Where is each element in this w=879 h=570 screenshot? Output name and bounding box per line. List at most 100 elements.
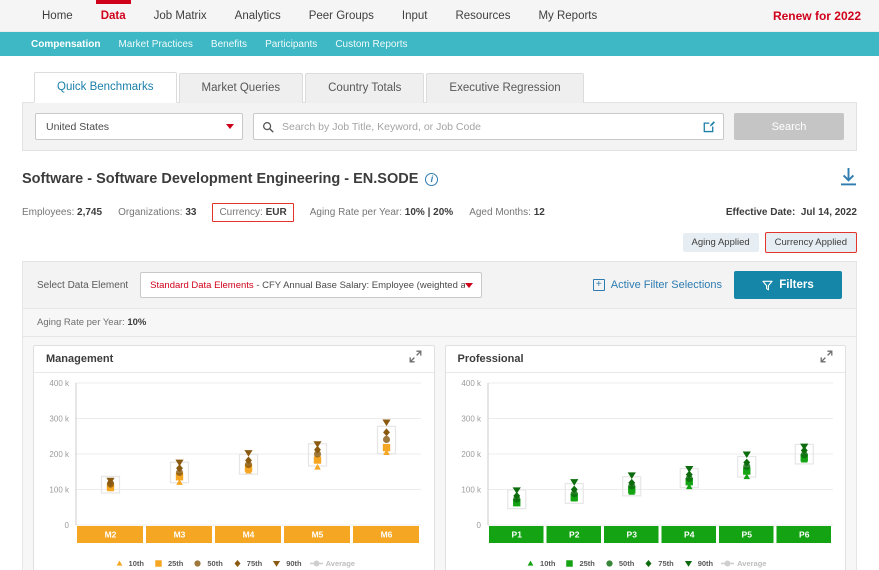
svg-text:M3: M3: [174, 530, 186, 540]
page-content: Quick Benchmarks Market Queries Country To…: [0, 72, 879, 570]
topnav-item-data[interactable]: Data: [87, 0, 140, 31]
charts-container: Management 0 100 k 200 k 300 k 400 k M2 M3 M4 M5 M…: [22, 337, 857, 570]
meta-label: Aged Months:: [469, 207, 531, 218]
tab-quick-benchmarks[interactable]: Quick Benchmarks: [34, 72, 177, 103]
topnav-item-resources[interactable]: Resources: [441, 0, 524, 31]
effective-date: Effective Date: Jul 14, 2022: [726, 207, 857, 218]
legend-marker-triangle-down-icon: [273, 560, 281, 567]
download-icon[interactable]: [840, 167, 857, 191]
tab-market-queries[interactable]: Market Queries: [178, 73, 304, 103]
legend-item-90th[interactable]: 90th: [270, 558, 302, 569]
subnav-item-compensation[interactable]: Compensation: [22, 39, 109, 50]
edit-pencil-icon[interactable]: [702, 120, 715, 133]
legend-label: 50th: [207, 559, 223, 568]
chart-card-professional: Professional 0 100 k 200 k 300 k 400 k P1 P2 P3 P…: [444, 345, 846, 570]
subnav-item-benefits[interactable]: Benefits: [202, 39, 256, 50]
legend-item-average[interactable]: Average: [309, 558, 355, 569]
topnav-item-analytics[interactable]: Analytics: [221, 0, 295, 31]
chart-legend: 10th 25th 50th 75th 90th Average: [446, 555, 846, 570]
tab-country-totals[interactable]: Country Totals: [305, 73, 425, 103]
legend-item-25th[interactable]: 25th: [563, 558, 595, 569]
meta-value: 2,745: [77, 207, 103, 218]
subnav-item-market-practices[interactable]: Market Practices: [109, 39, 201, 50]
active-filter-selections-button[interactable]: + Active Filter Selections: [592, 279, 722, 291]
legend-label: 90th: [286, 559, 302, 568]
subnav-item-participants[interactable]: Participants: [256, 39, 326, 50]
data-element-row: Select Data Element Standard Data Elemen…: [22, 262, 857, 309]
legend-item-10th[interactable]: 10th: [524, 558, 555, 569]
data-point-10th[interactable]: [314, 463, 321, 470]
legend-marker-triangle-up-icon: [527, 560, 534, 566]
job-meta-currency: Currency: EUR: [212, 203, 294, 222]
data-point-25th[interactable]: [382, 443, 391, 452]
data-point-90th[interactable]: [175, 459, 184, 467]
legend-item-90th[interactable]: 90th: [682, 558, 713, 569]
search-icon: [263, 121, 274, 133]
data-point-90th[interactable]: [382, 419, 391, 427]
meta-value: 33: [185, 207, 197, 218]
expand-icon[interactable]: [820, 350, 833, 368]
job-meta-row: Employees: 2,745 Organizations: 33 Currenc…: [22, 203, 857, 226]
legend-marker-square-icon: [566, 560, 574, 567]
legend-item-average[interactable]: Average: [721, 558, 766, 569]
renew-link[interactable]: Renew for 2022: [773, 9, 861, 23]
legend-item-75th[interactable]: 75th: [642, 558, 674, 569]
svg-text:300 k: 300 k: [49, 415, 70, 424]
svg-text:100 k: 100 k: [461, 486, 482, 495]
legend-marker-circle-icon: [606, 560, 613, 567]
country-select[interactable]: United States: [35, 113, 243, 140]
aging-rate-label: Aging Rate per Year:: [37, 317, 125, 328]
expand-icon[interactable]: [409, 350, 422, 368]
svg-text:400 k: 400 k: [461, 379, 482, 388]
aging-rate-row: Aging Rate per Year: 10%: [22, 309, 857, 337]
subnav-item-custom-reports[interactable]: Custom Reports: [326, 39, 416, 50]
meta-label: Organizations:: [118, 207, 183, 218]
data-element-select[interactable]: Standard Data Elements - CFY Annual Base…: [140, 272, 483, 298]
topnav-item-peer-groups[interactable]: Peer Groups: [295, 0, 388, 31]
data-point-90th[interactable]: [799, 443, 808, 451]
legend-marker-circle-icon: [194, 560, 201, 567]
topnav-item-job-matrix[interactable]: Job Matrix: [140, 0, 221, 31]
svg-text:0: 0: [476, 521, 481, 530]
data-point-75th[interactable]: [383, 428, 390, 437]
data-element-value-suffix: - CFY Annual Base Salary: Employee (weig…: [256, 279, 466, 291]
topnav-item-home[interactable]: Home: [28, 0, 87, 31]
svg-text:200 k: 200 k: [461, 450, 482, 459]
data-point-90th[interactable]: [569, 479, 578, 486]
svg-text:0: 0: [65, 521, 70, 530]
job-meta-items: Employees: 2,745 Organizations: 33 Currenc…: [22, 203, 545, 222]
filters-button[interactable]: Filters: [734, 271, 842, 299]
status-badge-currency-applied: Currency Applied: [764, 232, 857, 253]
svg-text:P1: P1: [511, 530, 522, 540]
top-nav-items: Home Data Job Matrix Analytics Peer Groups In…: [0, 0, 611, 31]
legend-label: 75th: [658, 559, 674, 568]
legend-item-75th[interactable]: 75th: [231, 558, 262, 569]
data-point-90th[interactable]: [627, 472, 636, 479]
data-point-90th[interactable]: [313, 441, 322, 448]
topnav-item-input[interactable]: Input: [388, 0, 442, 31]
legend-item-50th[interactable]: 50th: [191, 558, 223, 569]
topnav-item-my-reports[interactable]: My Reports: [524, 0, 611, 31]
chart-card-header: Professional: [445, 346, 845, 373]
legend-label: 25th: [579, 559, 595, 568]
meta-label: Employees:: [22, 207, 75, 218]
data-point-90th[interactable]: [512, 487, 521, 494]
meta-value: 10% | 20%: [404, 207, 454, 218]
legend-item-10th[interactable]: 10th: [113, 558, 144, 569]
job-meta-aging-rate-per-year: Aging Rate per Year: 10% | 20%: [310, 207, 453, 218]
data-point-50th[interactable]: [382, 435, 391, 443]
search-input[interactable]: [282, 120, 694, 133]
tab-executive-regression[interactable]: Executive Regression: [426, 73, 584, 103]
job-header: Software - Software Development Engineer…: [22, 167, 857, 191]
svg-text:P2: P2: [569, 530, 580, 540]
aging-rate-value: 10%: [127, 317, 147, 328]
legend-marker-triangle-down-icon: [684, 560, 692, 567]
data-point-90th[interactable]: [684, 466, 693, 473]
legend-item-25th[interactable]: 25th: [152, 558, 183, 569]
svg-text:P6: P6: [799, 530, 810, 540]
info-icon[interactable]: i: [425, 172, 439, 186]
data-point-90th[interactable]: [244, 450, 253, 457]
chart-legend: 10th 25th 50th 75th 90th Average: [34, 555, 434, 570]
legend-item-50th[interactable]: 50th: [603, 558, 634, 569]
search-button[interactable]: Search: [734, 113, 844, 140]
